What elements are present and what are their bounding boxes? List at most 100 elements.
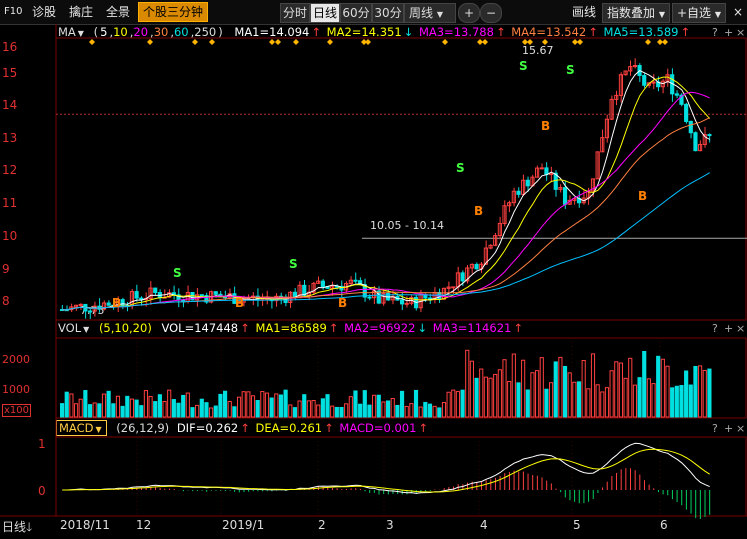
volume-bar [660, 358, 665, 418]
volume-bar [618, 362, 624, 418]
volume-bar [209, 407, 214, 418]
candle-body [320, 280, 325, 288]
event-marker-icon [482, 39, 488, 45]
sell-signal: S [289, 257, 298, 271]
candle-body [693, 132, 698, 152]
volume-bar [651, 383, 656, 418]
volume-bar [544, 388, 549, 418]
volume-bar [628, 357, 633, 418]
volume-bar [278, 394, 284, 418]
volume-bar [381, 401, 386, 418]
candle-body [544, 167, 549, 176]
chart-grid [0, 24, 747, 517]
signal-markers: B B B B B B S S S S S [112, 59, 647, 310]
volume-bar [460, 389, 465, 418]
volume-bar [260, 391, 265, 418]
volume-bar [320, 398, 325, 418]
volume-bar [83, 390, 88, 418]
volume-bar [269, 397, 274, 418]
candle-body [87, 310, 93, 313]
volume-bar [73, 403, 79, 418]
candle-body [474, 263, 479, 270]
candle-body [642, 74, 647, 86]
volume-bar [185, 392, 190, 418]
candle-body [674, 93, 679, 96]
volume-bar [441, 402, 447, 418]
sell-signal: S [566, 63, 575, 77]
volume-bar [115, 395, 121, 418]
volume-bar [227, 401, 232, 418]
buy-signal: B [112, 296, 121, 310]
volume-bar [511, 353, 516, 418]
volume-bar [399, 390, 405, 418]
candle-body [460, 272, 465, 282]
volume-bar [679, 385, 684, 418]
candle-body [651, 81, 656, 84]
stock-chart[interactable]: B B B B B B S S S S S [0, 0, 747, 536]
volume-bar [632, 384, 637, 418]
volume-bar [195, 404, 200, 418]
volume-bar [432, 405, 437, 418]
volume-bar [190, 407, 195, 418]
panel-frame [55, 436, 747, 517]
candle-body [516, 190, 521, 195]
volume-bar [255, 400, 260, 418]
volume-bar [153, 401, 158, 418]
volume-bar [423, 401, 428, 418]
volume-bar [111, 403, 116, 418]
event-marker-icon [662, 39, 668, 45]
volume-bar [455, 391, 461, 418]
candle-body [153, 287, 158, 294]
volume-bar [204, 402, 209, 418]
volume-bar [232, 406, 237, 418]
event-marker-icon [293, 39, 299, 45]
volume-bar [306, 400, 311, 418]
event-marker-icon [269, 39, 275, 45]
volume-bar [516, 382, 521, 418]
candle-body [213, 291, 218, 295]
volume-bar [642, 350, 647, 418]
buy-signal: B [638, 189, 647, 203]
volume-bar [413, 389, 419, 418]
volume-bar [353, 390, 358, 418]
volume-bar [348, 396, 353, 418]
event-marker-icon [365, 39, 371, 45]
volume-bar [246, 391, 251, 418]
volume-bar [120, 405, 125, 418]
volume-bar [530, 372, 535, 418]
candle-body [78, 303, 83, 306]
volume-bar [698, 365, 703, 418]
volume-bar [553, 361, 558, 418]
volume-bar [469, 360, 474, 418]
volume-bar [199, 398, 204, 418]
volume-bar [707, 368, 712, 418]
volume-bar [176, 402, 181, 418]
buy-signal: B [541, 119, 550, 133]
event-marker-icon [147, 39, 153, 45]
volume-bar [101, 393, 107, 418]
ma-line-30 [62, 117, 710, 311]
volume-bar [581, 359, 586, 418]
ma-line-10 [62, 76, 711, 311]
volume-bar [181, 394, 186, 418]
volume-bar [223, 390, 228, 418]
volume-bar [656, 355, 661, 418]
volume-bar [125, 395, 130, 418]
candle-body [539, 167, 544, 170]
buy-signal: B [235, 296, 244, 310]
volume-bar [148, 395, 153, 418]
volume-bar [604, 387, 610, 418]
volume-bar [311, 399, 316, 418]
volume-bar [497, 369, 502, 418]
volume-bar [344, 403, 349, 418]
volume-bar [525, 389, 530, 418]
volume-bar [507, 381, 512, 418]
volume-bar [157, 394, 162, 418]
volume-bar [451, 389, 456, 418]
volume-bar [539, 357, 544, 418]
volume-bar [483, 376, 488, 418]
volume-bar [218, 393, 223, 418]
candle-body [353, 279, 358, 282]
volume-bar [600, 391, 605, 418]
volume-bar [362, 390, 367, 418]
